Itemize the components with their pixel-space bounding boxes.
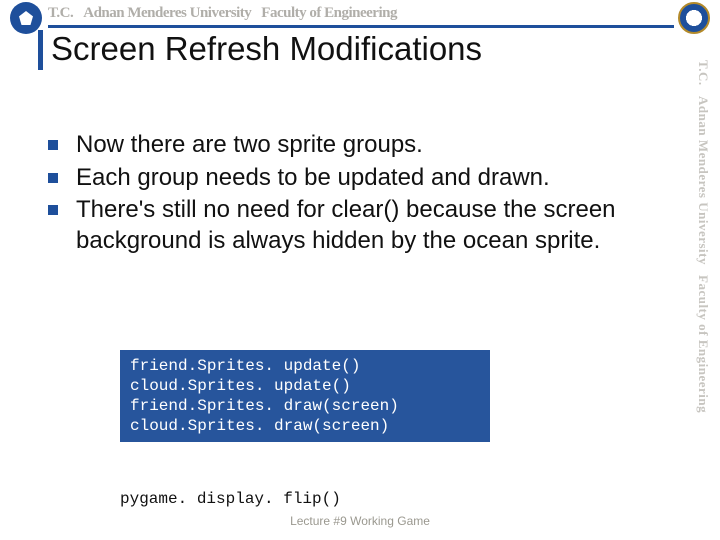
sidebar-tc: T.C.: [695, 60, 711, 86]
list-item: Each group needs to be updated and drawn…: [48, 163, 650, 194]
header-university: Adnan Menderes University: [83, 5, 251, 22]
header-faculty: Faculty of Engineering: [261, 5, 397, 22]
slide-title: Screen Refresh Modifications: [51, 30, 482, 68]
slide-header: T.C. Adnan Menderes University Faculty o…: [0, 0, 720, 24]
faculty-crest-icon: [678, 2, 710, 34]
title-bar: Screen Refresh Modifications: [38, 30, 482, 70]
code-block: friend.Sprites. update() cloud.Sprites. …: [120, 350, 490, 442]
header-rule: [48, 25, 674, 28]
sidebar-faculty: Faculty of Engineering: [695, 275, 711, 413]
list-item: There's still no need for clear() becaus…: [48, 195, 650, 256]
sidebar-watermark: T.C. Adnan Menderes University Faculty o…: [688, 52, 718, 482]
code-lines: friend.Sprites. update() cloud.Sprites. …: [130, 356, 480, 436]
bullet-list: Now there are two sprite groups. Each gr…: [48, 130, 650, 259]
title-accent-icon: [38, 30, 43, 70]
list-item: Now there are two sprite groups.: [48, 130, 650, 161]
header-tc: T.C.: [48, 5, 73, 22]
code-flip-line: pygame. display. flip(): [120, 490, 341, 508]
slide-footer: Lecture #9 Working Game: [0, 514, 720, 528]
sidebar-university: Adnan Menderes University: [695, 96, 711, 265]
